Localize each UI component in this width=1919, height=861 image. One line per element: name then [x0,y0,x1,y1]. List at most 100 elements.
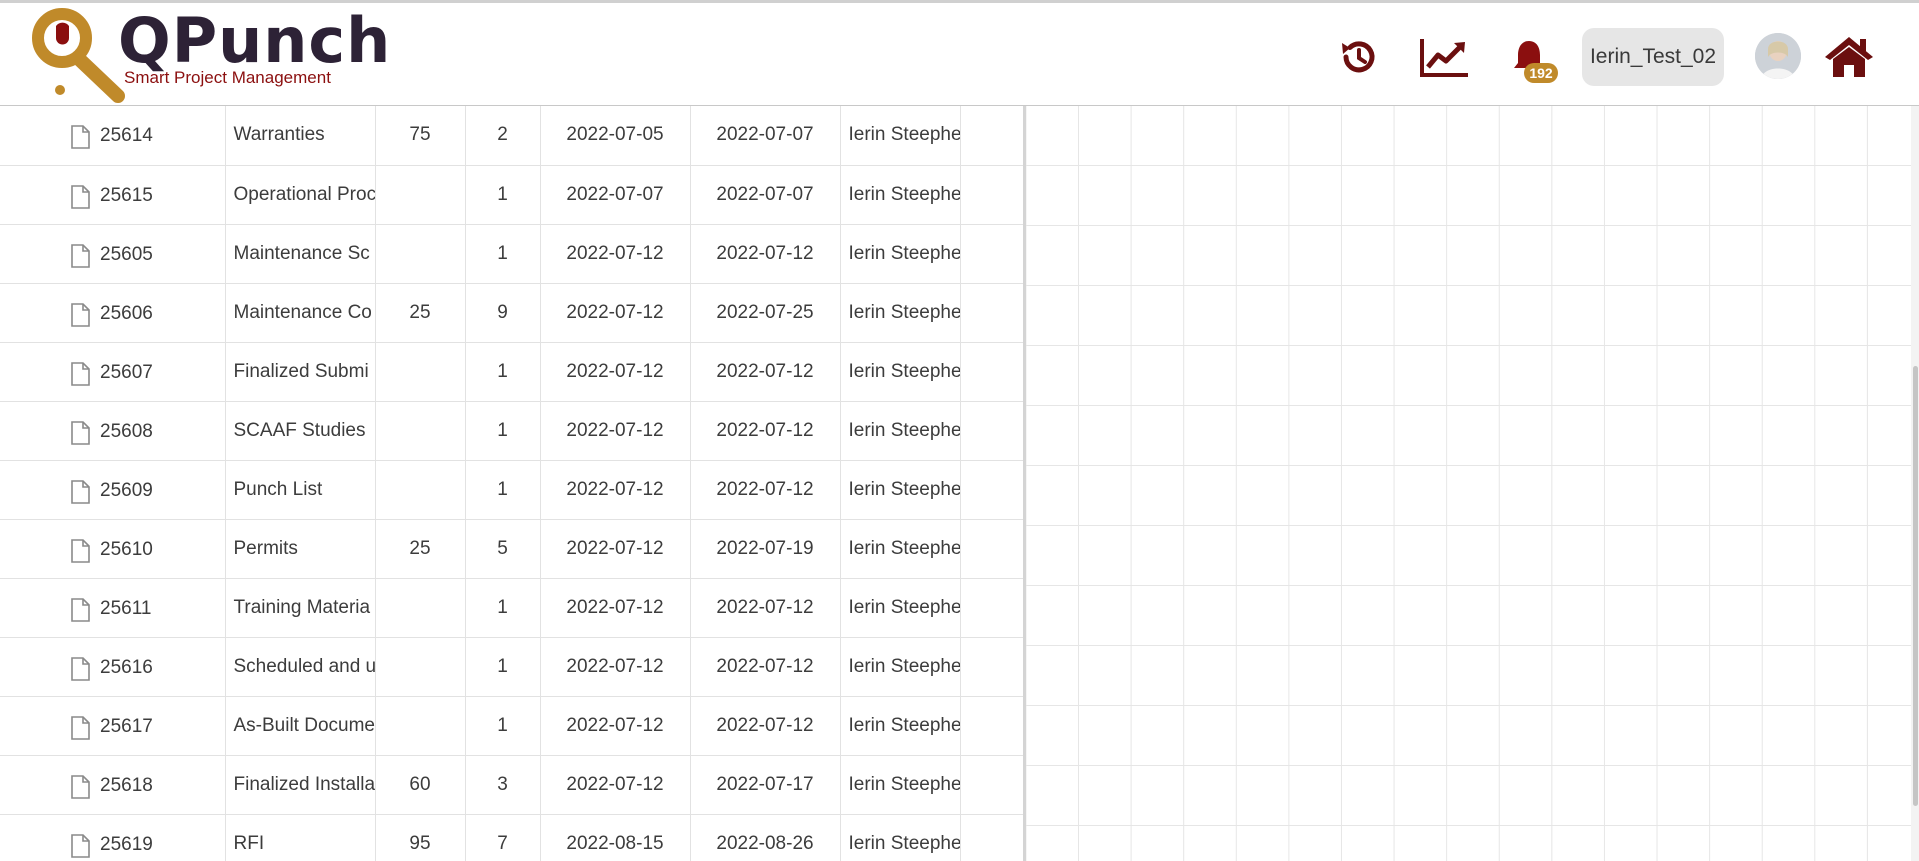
task-name-cell[interactable]: Finalized Submi [225,342,376,402]
table-row[interactable]: 25614 Warranties 75 2 2022-07-05 2022-07-07 Ie… [0,106,1024,166]
task-end-cell[interactable]: 2022-07-12 [690,637,841,697]
task-name-cell[interactable]: Scheduled and u [225,637,376,697]
gantt-chart-area[interactable] [1026,106,1919,861]
task-work-cell[interactable] [375,224,466,284]
task-duration-cell[interactable]: 1 [465,342,541,402]
task-name-cell[interactable]: Permits [225,519,376,579]
task-name-cell[interactable]: Maintenance Co [225,283,376,343]
task-end-cell[interactable]: 2022-07-07 [690,165,841,225]
task-start-cell[interactable]: 2022-07-12 [540,460,691,520]
task-name-cell[interactable]: Operational Proc [225,165,376,225]
task-end-cell[interactable]: 2022-07-12 [690,224,841,284]
task-owner-cell[interactable]: Ierin Steephe [840,342,961,402]
task-owner-cell[interactable]: Ierin Steephe [840,401,961,461]
task-start-cell[interactable]: 2022-07-12 [540,519,691,579]
task-start-cell[interactable]: 2022-07-12 [540,696,691,756]
task-start-cell[interactable]: 2022-07-12 [540,401,691,461]
task-duration-cell[interactable]: 1 [465,401,541,461]
task-end-cell[interactable]: 2022-07-12 [690,696,841,756]
task-duration-cell[interactable]: 9 [465,283,541,343]
task-id-cell[interactable]: 25611 [0,578,226,638]
task-duration-cell[interactable]: 1 [465,637,541,697]
task-name-cell[interactable]: Training Materia [225,578,376,638]
task-owner-cell[interactable]: Ierin Steephe [840,814,961,861]
home-icon[interactable] [1822,33,1876,81]
table-row[interactable]: 25616 Scheduled and u 1 2022-07-12 2022-07-1… [0,637,1024,697]
task-end-cell[interactable]: 2022-08-26 [690,814,841,861]
task-id-cell[interactable]: 25616 [0,637,226,697]
task-name-cell[interactable]: Punch List [225,460,376,520]
task-owner-cell[interactable]: Ierin Steephe [840,224,961,284]
task-id-cell[interactable]: 25615 [0,165,226,225]
table-row[interactable]: 25618 Finalized Installa 60 3 2022-07-12 2022… [0,755,1024,815]
task-work-cell[interactable]: 75 [375,106,466,166]
task-owner-cell[interactable]: Ierin Steephe [840,460,961,520]
task-owner-cell[interactable]: Ierin Steephe [840,637,961,697]
task-name-cell[interactable]: Warranties [225,106,376,166]
task-duration-cell[interactable]: 1 [465,224,541,284]
task-work-cell[interactable] [375,460,466,520]
task-name-cell[interactable]: As-Built Docume [225,696,376,756]
task-work-cell[interactable] [375,401,466,461]
task-id-cell[interactable]: 25607 [0,342,226,402]
vertical-scrollbar[interactable] [1911,106,1919,861]
task-start-cell[interactable]: 2022-07-12 [540,283,691,343]
task-id-cell[interactable]: 25610 [0,519,226,579]
task-duration-cell[interactable]: 1 [465,696,541,756]
task-end-cell[interactable]: 2022-07-19 [690,519,841,579]
task-work-cell[interactable] [375,165,466,225]
task-owner-cell[interactable]: Ierin Steephe [840,165,961,225]
task-duration-cell[interactable]: 3 [465,755,541,815]
table-row[interactable]: 25607 Finalized Submi 1 2022-07-12 2022-07-1… [0,342,1024,402]
task-end-cell[interactable]: 2022-07-25 [690,283,841,343]
task-duration-cell[interactable]: 1 [465,460,541,520]
task-id-cell[interactable]: 25606 [0,283,226,343]
task-id-cell[interactable]: 25617 [0,696,226,756]
task-owner-cell[interactable]: Ierin Steephe [840,519,961,579]
task-id-cell[interactable]: 25619 [0,814,226,861]
history-icon[interactable] [1334,33,1382,81]
table-row[interactable]: 25617 As-Built Docume 1 2022-07-12 2022-07-1… [0,696,1024,756]
task-id-cell[interactable]: 25614 [0,106,226,166]
task-duration-cell[interactable]: 7 [465,814,541,861]
qpunch-logo[interactable]: QPunch Smart Project Management [30,4,390,104]
task-id-cell[interactable]: 25609 [0,460,226,520]
task-start-cell[interactable]: 2022-07-12 [540,224,691,284]
task-start-cell[interactable]: 2022-07-12 [540,755,691,815]
task-end-cell[interactable]: 2022-07-12 [690,460,841,520]
task-work-cell[interactable] [375,342,466,402]
task-owner-cell[interactable]: Ierin Steephe [840,283,961,343]
table-row[interactable]: 25609 Punch List 1 2022-07-12 2022-07-12 Ieri… [0,460,1024,520]
avatar[interactable] [1755,33,1801,79]
scrollbar-thumb[interactable] [1913,366,1918,806]
task-start-cell[interactable]: 2022-07-12 [540,578,691,638]
task-start-cell[interactable]: 2022-07-07 [540,165,691,225]
task-work-cell[interactable]: 60 [375,755,466,815]
task-start-cell[interactable]: 2022-08-15 [540,814,691,861]
task-end-cell[interactable]: 2022-07-12 [690,342,841,402]
task-end-cell[interactable]: 2022-07-07 [690,106,841,166]
task-duration-cell[interactable]: 5 [465,519,541,579]
table-row[interactable]: 25619 RFI 95 7 2022-08-15 2022-08-26 Ierin Ste… [0,814,1024,861]
task-work-cell[interactable]: 25 [375,283,466,343]
task-duration-cell[interactable]: 2 [465,106,541,166]
task-duration-cell[interactable]: 1 [465,165,541,225]
task-id-cell[interactable]: 25605 [0,224,226,284]
table-row[interactable]: 25608 SCAAF Studies 1 2022-07-12 2022-07-12 I… [0,401,1024,461]
task-owner-cell[interactable]: Ierin Steephe [840,755,961,815]
task-work-cell[interactable] [375,578,466,638]
table-row[interactable]: 25615 Operational Proc 1 2022-07-07 2022-07-… [0,165,1024,225]
task-id-cell[interactable]: 25618 [0,755,226,815]
task-duration-cell[interactable]: 1 [465,578,541,638]
task-owner-cell[interactable]: Ierin Steephe [840,696,961,756]
table-row[interactable]: 25610 Permits 25 5 2022-07-12 2022-07-19 Ierin… [0,519,1024,579]
task-start-cell[interactable]: 2022-07-12 [540,342,691,402]
task-end-cell[interactable]: 2022-07-12 [690,578,841,638]
table-row[interactable]: 25606 Maintenance Co 25 9 2022-07-12 2022-07-… [0,283,1024,343]
task-start-cell[interactable]: 2022-07-05 [540,106,691,166]
task-end-cell[interactable]: 2022-07-17 [690,755,841,815]
task-end-cell[interactable]: 2022-07-12 [690,401,841,461]
task-name-cell[interactable]: Maintenance Sc [225,224,376,284]
chart-trend-icon[interactable] [1418,33,1472,81]
user-name-button[interactable]: Ierin_Test_02 [1582,28,1724,86]
